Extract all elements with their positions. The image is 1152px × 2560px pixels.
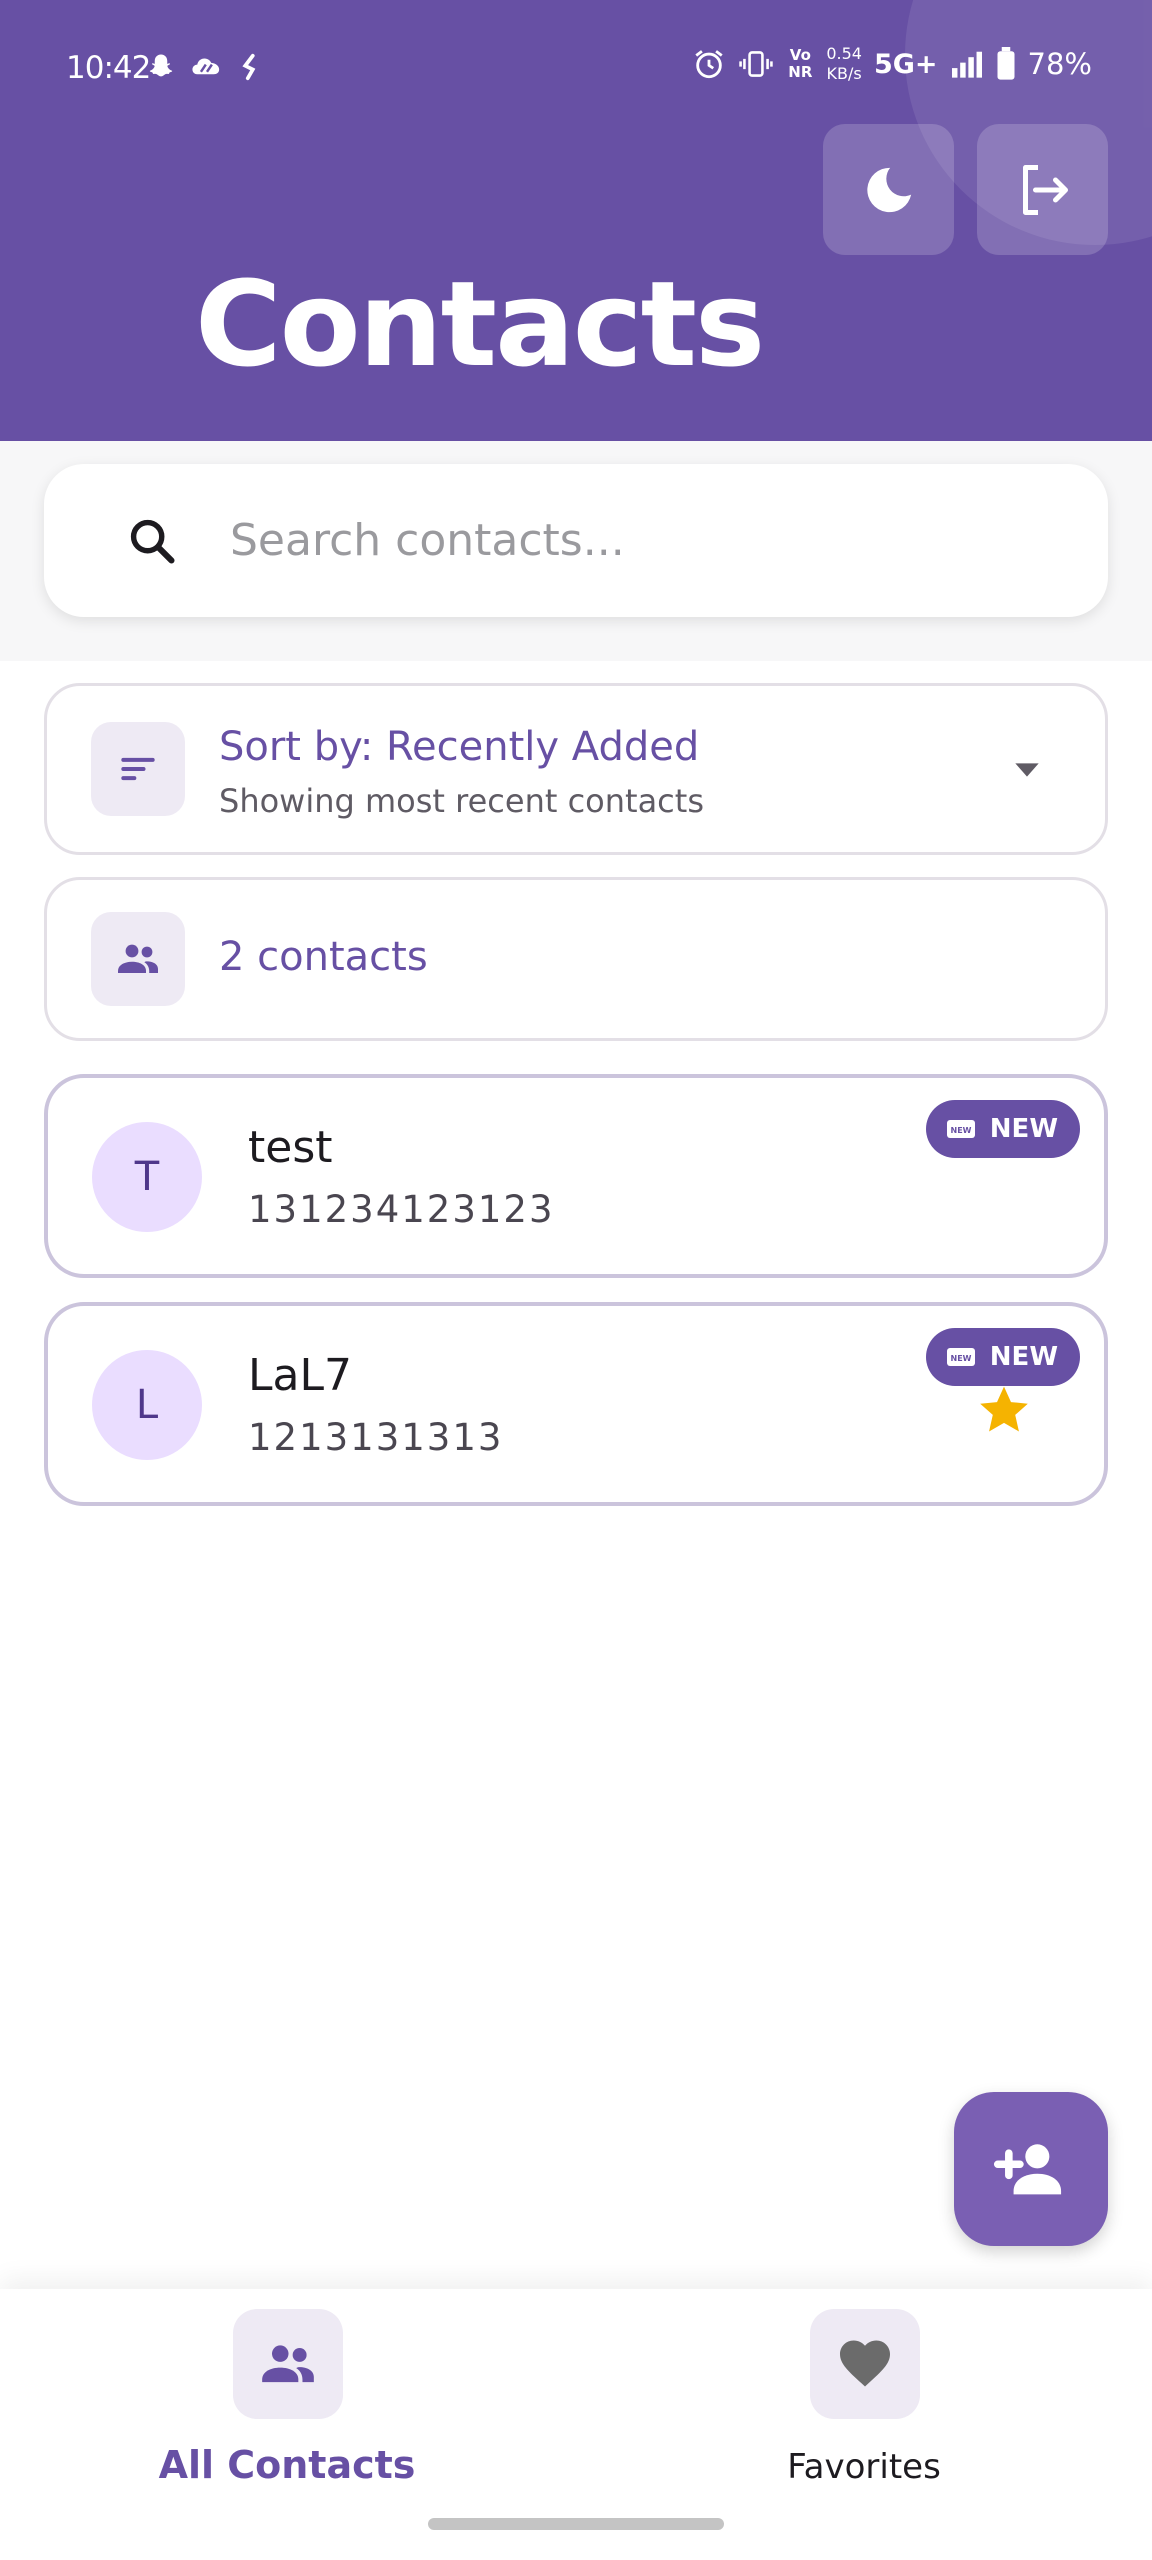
contact-name: LaL7: [248, 1350, 352, 1401]
star-icon[interactable]: [976, 1382, 1032, 1438]
battery-icon: [997, 47, 1015, 80]
nav-all-contacts[interactable]: All Contacts: [107, 2309, 467, 2499]
app-icon: [242, 53, 256, 81]
new-badge-label: NEW: [989, 1342, 1058, 1372]
nav-all-contacts-label: All Contacts: [158, 2443, 416, 2487]
status-left-icons: [146, 52, 260, 82]
status-right-icons: Vo NR 0.54 KB/s 5G+ 78%: [692, 44, 1092, 84]
nav-favorites[interactable]: Favorites: [684, 2309, 1044, 2499]
net-speed: 0.54 KB/s: [826, 44, 862, 84]
sort-subtitle: Showing most recent contacts: [219, 782, 704, 820]
page-title: Contacts: [195, 255, 765, 393]
new-badge-label: NEW: [989, 1114, 1058, 1144]
add-contact-button[interactable]: [954, 2092, 1108, 2246]
people-icon: [262, 2345, 314, 2383]
moon-icon: [866, 167, 911, 212]
contact-phone: 1213131313: [248, 1416, 504, 1459]
app-header: 10:42 Vo NR 0.54 KB/s 5G+ 78% Contacts: [0, 0, 1152, 441]
vibrate-icon: [739, 51, 774, 77]
sort-selector[interactable]: Sort by: Recently Added Showing most rec…: [44, 683, 1108, 855]
contacts-count: 2 contacts: [219, 934, 428, 980]
battery-percentage: 78%: [1027, 47, 1092, 81]
nav-favorites-icon-wrap: [810, 2309, 920, 2419]
avatar: T: [92, 1122, 202, 1232]
new-icon: NEW: [946, 1120, 975, 1138]
people-icon: [118, 944, 158, 973]
svg-text:NEW: NEW: [950, 1126, 971, 1135]
net-speed-value: 0.54: [826, 44, 862, 63]
logout-button[interactable]: [977, 124, 1108, 255]
avatar: L: [92, 1350, 202, 1460]
nav-favorites-label: Favorites: [787, 2447, 941, 2487]
sort-icon: [121, 757, 155, 781]
contact-card[interactable]: L LaL7 1213131313 NEW NEW: [44, 1302, 1108, 1506]
home-indicator[interactable]: [428, 2518, 724, 2530]
volte-label: Vo NR: [788, 46, 813, 81]
alarm-icon: [695, 50, 723, 79]
new-icon: NEW: [946, 1348, 975, 1366]
search-bar[interactable]: [44, 464, 1108, 617]
people-icon-chip: [91, 912, 185, 1006]
signal-icon: [951, 51, 982, 78]
add-person-icon: [993, 2144, 1062, 2195]
status-bar: 10:42 Vo NR 0.54 KB/s 5G+ 78%: [0, 0, 1152, 140]
search-input[interactable]: [230, 515, 1010, 566]
logout-icon: [1022, 164, 1068, 215]
contact-name: test: [248, 1122, 333, 1173]
search-icon: [130, 519, 175, 564]
heart-icon: [840, 2340, 890, 2387]
contact-phone: 131234123123: [248, 1188, 555, 1231]
net-speed-unit: KB/s: [826, 64, 862, 83]
snapchat-icon: [149, 54, 173, 77]
nav-all-contacts-icon-wrap: [233, 2309, 343, 2419]
svg-text:NEW: NEW: [950, 1354, 971, 1363]
sort-icon-chip: [91, 722, 185, 816]
contact-card[interactable]: T test 131234123123 NEW NEW: [44, 1074, 1108, 1278]
theme-toggle-button[interactable]: [823, 124, 954, 255]
dropdown-arrow-icon: [1015, 763, 1039, 777]
sort-label: Sort by: Recently Added: [219, 724, 700, 770]
cloud-icon: [192, 58, 220, 75]
contacts-count-card: 2 contacts: [44, 877, 1108, 1041]
status-time: 10:42: [66, 50, 151, 86]
new-badge: NEW NEW: [925, 1100, 1080, 1158]
network-type: 5G+: [873, 48, 938, 80]
new-badge: NEW NEW: [925, 1328, 1080, 1386]
